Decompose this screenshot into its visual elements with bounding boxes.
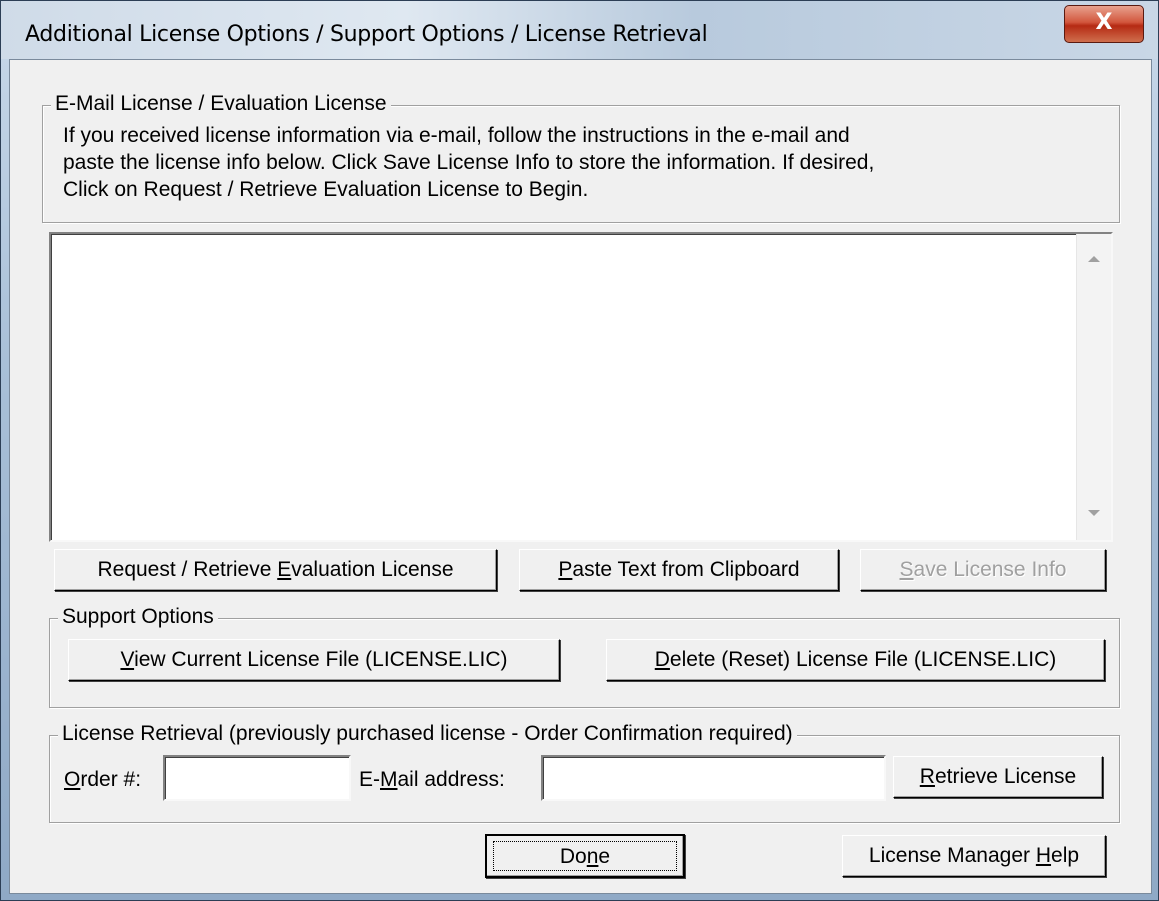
license-manager-help-button[interactable]: License Manager Help xyxy=(842,835,1106,877)
email-label-pre: E- xyxy=(359,768,380,791)
paste-from-clipboard-button[interactable]: Paste Text from Clipboard xyxy=(519,549,839,591)
help-label-post: elp xyxy=(1051,844,1080,867)
paste-label: aste Text from Clipboard xyxy=(572,558,800,581)
request-eval-accelerator: E xyxy=(277,558,292,581)
help-accelerator: H xyxy=(1035,844,1052,867)
request-eval-label-pre: Request / Retrieve xyxy=(97,558,278,581)
done-focus-rect xyxy=(493,841,677,871)
support-options-group: Support Options View Current License Fil… xyxy=(49,605,1120,708)
close-button[interactable]: X xyxy=(1064,5,1144,43)
support-options-legend: Support Options xyxy=(58,605,218,629)
instruction-line-1: If you received license information via … xyxy=(63,124,850,147)
view-license-file-button[interactable]: View Current License File (LICENSE.LIC) xyxy=(68,639,560,681)
save-accelerator: S xyxy=(899,558,914,581)
paste-accelerator: P xyxy=(558,558,573,581)
done-button[interactable]: Done xyxy=(485,834,685,878)
email-label-post: ail address: xyxy=(397,768,505,791)
instruction-line-2: paste the license info below. Click Save… xyxy=(63,151,875,174)
email-license-group-legend: E-Mail License / Evaluation License xyxy=(51,92,391,116)
license-text-area[interactable] xyxy=(49,232,1113,542)
save-license-info-button[interactable]: Save License Info xyxy=(860,549,1106,591)
scroll-down-arrow-icon[interactable] xyxy=(1088,510,1100,516)
email-license-group: E-Mail License / Evaluation License If y… xyxy=(42,92,1120,223)
order-number-label: Order #: xyxy=(64,768,141,792)
retrieve-accelerator: R xyxy=(919,765,935,788)
view-label: iew Current License File (LICENSE.LIC) xyxy=(134,648,508,671)
view-accelerator: V xyxy=(120,648,135,671)
dialog-client-area: E-Mail License / Evaluation License If y… xyxy=(9,59,1152,894)
email-accelerator: M xyxy=(380,768,398,791)
order-accelerator: O xyxy=(64,768,81,791)
retrieve-license-button[interactable]: Retrieve License xyxy=(893,756,1103,798)
license-retrieval-group: License Retrieval (previously purchased … xyxy=(49,722,1120,823)
request-evaluation-license-button[interactable]: Request / Retrieve Evaluation License xyxy=(54,549,497,591)
request-eval-label-post: valuation License xyxy=(291,558,454,581)
email-address-input[interactable] xyxy=(541,755,886,801)
delete-accelerator: D xyxy=(654,648,670,671)
save-label: ave License Info xyxy=(913,558,1067,581)
scroll-up-arrow-icon[interactable] xyxy=(1088,256,1100,262)
delete-label: elete (Reset) License File (LICENSE.LIC) xyxy=(669,648,1057,671)
title-bar[interactable]: Additional License Options / Support Opt… xyxy=(1,1,1158,59)
close-icon: X xyxy=(1095,10,1113,35)
window-title: Additional License Options / Support Opt… xyxy=(25,22,708,47)
email-address-label: E-Mail address: xyxy=(359,768,505,792)
retrieve-label: etrieve License xyxy=(934,765,1077,788)
order-number-input[interactable] xyxy=(163,755,351,801)
window-frame: Additional License Options / Support Opt… xyxy=(0,0,1159,901)
order-label-text: rder #: xyxy=(80,768,142,791)
license-retrieval-legend: License Retrieval (previously purchased … xyxy=(58,722,797,746)
vertical-scrollbar[interactable] xyxy=(1076,234,1111,540)
delete-license-file-button[interactable]: Delete (Reset) License File (LICENSE.LIC… xyxy=(606,639,1105,681)
instruction-line-3: Click on Request / Retrieve Evaluation L… xyxy=(63,178,589,201)
help-label-pre: License Manager xyxy=(868,844,1036,867)
